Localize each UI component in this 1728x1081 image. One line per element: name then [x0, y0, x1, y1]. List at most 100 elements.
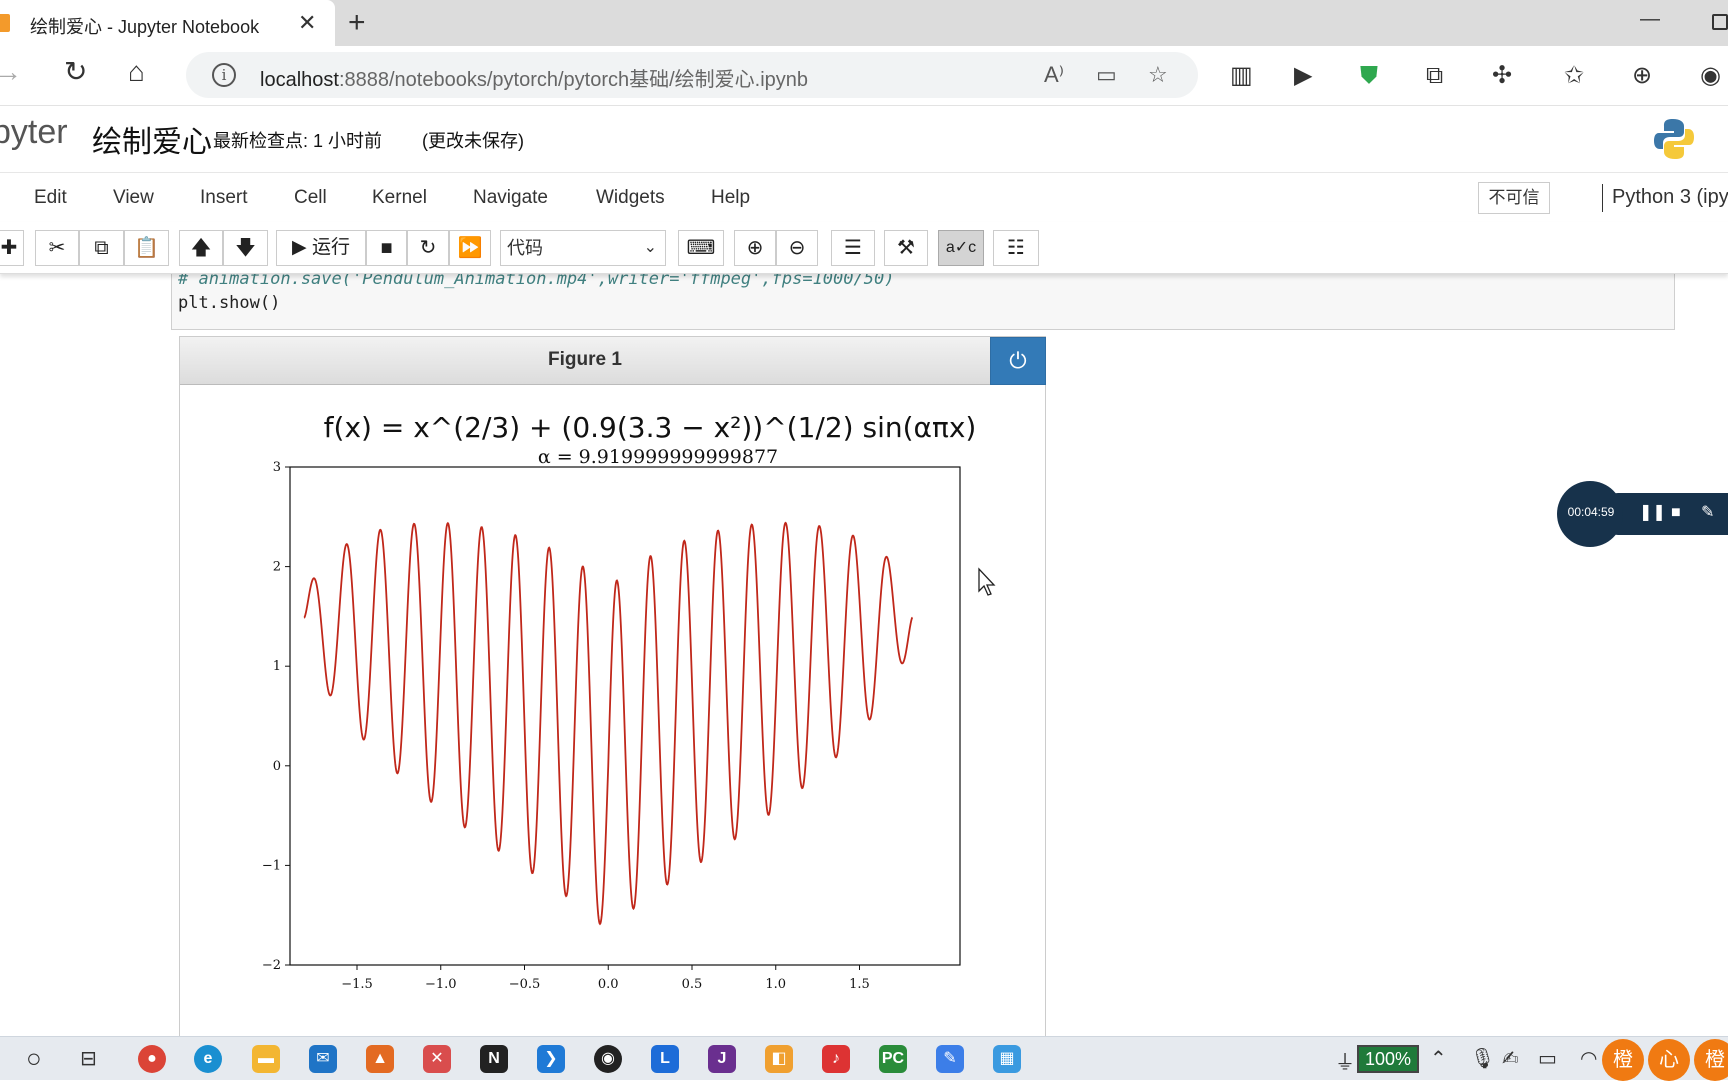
url-text[interactable]: localhost:8888/notebooks/pytorch/pytorch…: [260, 63, 808, 92]
menu-widgets[interactable]: Widgets: [596, 187, 665, 209]
maximize-window-icon[interactable]: [1712, 14, 1728, 30]
command-palette-button[interactable]: ⌨: [678, 230, 724, 266]
favorites-icon[interactable]: ✩: [1564, 64, 1584, 88]
chrome-app-icon[interactable]: ●: [138, 1045, 166, 1073]
screen-capture-app-icon[interactable]: ▦: [993, 1045, 1021, 1073]
matlab-app-icon[interactable]: ▲: [366, 1045, 394, 1073]
toc-button[interactable]: ☰: [831, 230, 875, 266]
zoom-in-icon: ⊕: [746, 237, 764, 259]
pycharm-app-icon[interactable]: PC: [879, 1045, 907, 1073]
forward-icon[interactable]: →: [0, 58, 22, 86]
browser-tab[interactable]: 绘制爱心 - Jupyter Notebook ✕: [0, 0, 335, 46]
menu-view[interactable]: View: [113, 187, 154, 209]
menu-insert[interactable]: Insert: [200, 187, 248, 209]
add-favorite-icon[interactable]: ☆: [1148, 62, 1168, 88]
spellcheck-button[interactable]: a✓c: [938, 230, 984, 266]
battery-tray-icon[interactable]: ▭: [1538, 1046, 1557, 1071]
spellcheck-icon: a✓c: [945, 239, 977, 256]
close-figure-button[interactable]: ⏻: [990, 337, 1046, 385]
browser-tab-strip: 绘制爱心 - Jupyter Notebook ✕ + —: [0, 0, 1728, 46]
notebook-name[interactable]: 绘制爱心: [92, 117, 212, 161]
menu-help[interactable]: Help: [711, 187, 750, 209]
plus-icon: ✚: [0, 237, 18, 259]
paste-button[interactable]: 📋: [124, 230, 169, 266]
cell-type-select[interactable]: 代码 ⌄: [500, 230, 666, 266]
code-line[interactable]: plt.show(): [178, 293, 280, 313]
chart-title: f(x) = x^(2/3) + (0.9(3.3 − x²))^(1/2) s…: [324, 411, 977, 444]
site-info-icon[interactable]: i: [212, 63, 236, 87]
notes-app-icon[interactable]: ✎: [936, 1045, 964, 1073]
battery-indicator[interactable]: 100%: [1357, 1045, 1419, 1073]
insert-cell-button[interactable]: ✚: [0, 230, 24, 266]
lenovo-app-icon[interactable]: L: [651, 1045, 679, 1073]
code-cell[interactable]: # animation.save('Pendulum_Animation.mp4…: [171, 274, 1675, 330]
list-button[interactable]: ☷: [993, 230, 1039, 266]
play-icon: ▶: [292, 237, 312, 258]
menu-kernel[interactable]: Kernel: [372, 187, 427, 209]
zoom-out-icon: ⊖: [788, 237, 806, 259]
pen-tray-icon[interactable]: ✍: [1502, 1046, 1519, 1071]
code-comment-line[interactable]: # animation.save('Pendulum_Animation.mp4…: [178, 274, 894, 289]
office-app-icon[interactable]: ◧: [765, 1045, 793, 1073]
new-tab-icon[interactable]: +: [348, 6, 366, 40]
screenshot-extension-icon[interactable]: ⧉: [1426, 64, 1443, 88]
home-icon[interactable]: ⌂: [128, 58, 145, 86]
zoom-out-button[interactable]: ⊖: [776, 230, 818, 266]
vscode-app-icon[interactable]: ❯: [537, 1045, 565, 1073]
orange-mascot-icon[interactable]: 橙: [1602, 1039, 1644, 1081]
notion-app-icon[interactable]: N: [480, 1045, 508, 1073]
arrow-up-icon: 🡅: [190, 237, 212, 259]
copy-button[interactable]: ⧉: [79, 230, 124, 266]
chart-canvas[interactable]: f(x) = x^(2/3) + (0.9(3.3 − x²))^(1/2) s…: [180, 386, 1044, 1036]
x-tick-label: 0.5: [682, 977, 703, 992]
edge-app-icon[interactable]: e: [194, 1045, 222, 1073]
annotate-pen-icon[interactable]: ✎: [1701, 503, 1714, 523]
tab-close-icon[interactable]: ✕: [298, 10, 316, 36]
xmind-app-icon[interactable]: ✕: [423, 1045, 451, 1073]
run-button[interactable]: ▶ 运行: [276, 230, 366, 266]
trust-indicator[interactable]: 不可信: [1478, 182, 1550, 214]
notebook-toolbar: ✚ ✂ ⧉ 📋 🡅 🡇 ▶ 运行 ■ ↻ ⏩ 代码 ⌄ ⌨ ⊕ ⊖ ☰ ⚒ a✓c…: [0, 222, 1728, 274]
pause-recording-icon[interactable]: ❚❚: [1639, 503, 1666, 523]
interrupt-button[interactable]: ■: [366, 230, 407, 266]
jupyter-header: pyter 绘制爱心 最新检查点: 1 小时前 (更改未保存): [0, 107, 1728, 173]
menu-cell[interactable]: Cell: [294, 187, 327, 209]
read-aloud-icon[interactable]: A⁾: [1044, 62, 1064, 88]
task-view-icon[interactable]: ⊟: [80, 1046, 97, 1071]
address-bar[interactable]: i localhost:8888/notebooks/pytorch/pytor…: [186, 52, 1198, 98]
record-app-icon[interactable]: ◉: [594, 1045, 622, 1073]
netease-music-icon[interactable]: ♪: [822, 1045, 850, 1073]
orange-mascot-icon[interactable]: 橙: [1694, 1039, 1728, 1081]
jetbrains-app-icon[interactable]: J: [708, 1045, 736, 1073]
kernel-name[interactable]: Python 3 (ipyk: [1612, 186, 1728, 209]
collections-icon[interactable]: ⊕: [1632, 64, 1652, 88]
restart-button[interactable]: ↻: [407, 230, 449, 266]
minimize-window-icon[interactable]: —: [1640, 8, 1660, 31]
gavel-button[interactable]: ⚒: [884, 230, 928, 266]
immersive-reader-icon[interactable]: ▭: [1096, 62, 1117, 88]
refresh-icon[interactable]: ↻: [64, 58, 87, 86]
play-extension-icon[interactable]: ▶: [1294, 64, 1312, 88]
cut-button[interactable]: ✂: [35, 230, 79, 266]
wifi-icon[interactable]: ◠: [1580, 1046, 1597, 1071]
extensions-icon[interactable]: ✣: [1492, 64, 1512, 88]
profile-avatar-icon[interactable]: ◉: [1700, 64, 1721, 88]
y-tick-label: 2: [273, 560, 281, 575]
reader-extension-icon[interactable]: ▥: [1230, 64, 1253, 88]
move-down-button[interactable]: 🡇: [223, 230, 268, 266]
orange-mascot-icon[interactable]: 心: [1648, 1039, 1690, 1081]
search-circle-icon[interactable]: ○: [26, 1043, 42, 1074]
jupyter-logo[interactable]: pyter: [0, 113, 68, 152]
file-explorer-icon[interactable]: ▬: [252, 1045, 280, 1073]
show-hidden-icons-chevron[interactable]: ⌃: [1430, 1046, 1447, 1071]
microphone-icon[interactable]: 🎙: [1470, 1046, 1495, 1071]
zoom-in-button[interactable]: ⊕: [734, 230, 776, 266]
shield-extension-icon[interactable]: ⛊: [1360, 64, 1378, 88]
mail-app-icon[interactable]: ✉: [309, 1045, 337, 1073]
restart-icon: ↻: [419, 237, 437, 259]
restart-run-all-button[interactable]: ⏩: [449, 230, 491, 266]
menu-edit[interactable]: Edit: [34, 187, 67, 209]
stop-recording-icon[interactable]: ■: [1671, 503, 1681, 523]
move-up-button[interactable]: 🡅: [179, 230, 223, 266]
menu-navigate[interactable]: Navigate: [473, 187, 548, 209]
